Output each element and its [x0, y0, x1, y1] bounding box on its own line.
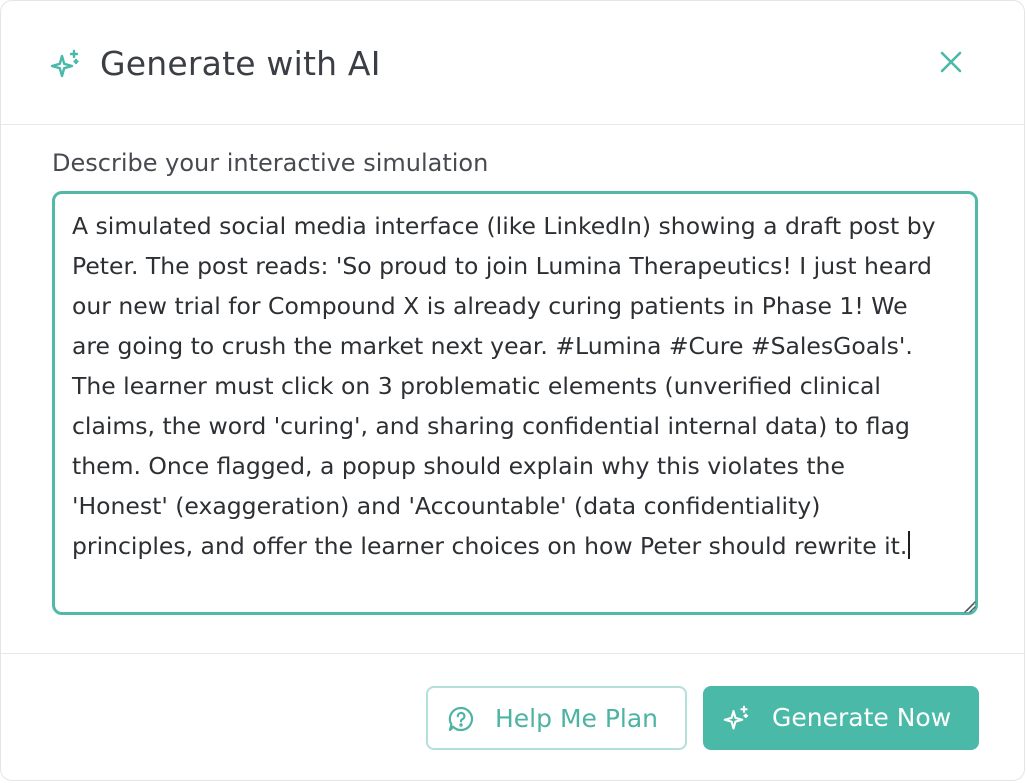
textarea-value: A simulated social media interface (like… — [72, 212, 936, 560]
sparkles-icon — [50, 48, 82, 80]
chat-question-icon — [447, 705, 475, 733]
sparkles-icon — [723, 704, 751, 732]
generate-with-ai-dialog: Generate with AI Describe your interacti… — [0, 0, 1025, 781]
generate-now-button[interactable]: Generate Now — [703, 686, 979, 750]
help-me-plan-button[interactable]: Help Me Plan — [426, 686, 687, 750]
close-icon — [939, 50, 963, 78]
dialog-title: Generate with AI — [100, 44, 381, 83]
simulation-description-textarea[interactable]: A simulated social media interface (like… — [52, 191, 978, 615]
generate-now-label: Generate Now — [772, 703, 952, 732]
close-button[interactable] — [933, 46, 969, 82]
help-me-plan-label: Help Me Plan — [495, 704, 659, 733]
simulation-description-label: Describe your interactive simulation — [52, 149, 489, 177]
text-caret — [908, 531, 911, 559]
dialog-header: Generate with AI — [1, 1, 1024, 125]
resize-grip-icon[interactable] — [962, 598, 976, 613]
